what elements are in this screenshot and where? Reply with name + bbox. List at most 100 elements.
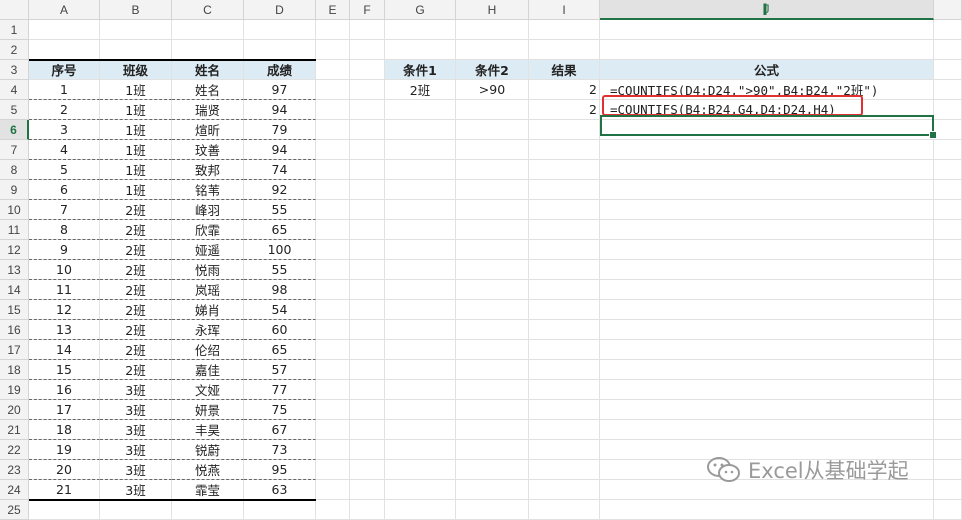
- grid-cell[interactable]: [385, 480, 456, 500]
- criteria-header-2[interactable]: 结果: [529, 60, 600, 80]
- grid-cell[interactable]: [456, 300, 529, 320]
- row-header-20[interactable]: 20: [0, 400, 29, 420]
- grid-cell[interactable]: [529, 140, 600, 160]
- table-header-2[interactable]: 姓名: [172, 60, 244, 80]
- column-header-E[interactable]: E: [316, 0, 350, 20]
- table-cell[interactable]: 20: [29, 460, 100, 480]
- table-cell[interactable]: 15: [29, 360, 100, 380]
- table-cell[interactable]: 75: [244, 400, 316, 420]
- table-cell[interactable]: 92: [244, 180, 316, 200]
- table-header-1[interactable]: 班级: [100, 60, 172, 80]
- grid-cell[interactable]: [456, 160, 529, 180]
- grid-cell[interactable]: [529, 380, 600, 400]
- criteria-header-0[interactable]: 条件1: [385, 60, 456, 80]
- grid-cell[interactable]: [385, 220, 456, 240]
- grid-cell[interactable]: [600, 320, 934, 340]
- row-header-25[interactable]: 25: [0, 500, 29, 520]
- grid-cell[interactable]: [600, 200, 934, 220]
- grid-cell[interactable]: [934, 60, 962, 80]
- table-cell[interactable]: 100: [244, 240, 316, 260]
- grid-cell[interactable]: [350, 380, 385, 400]
- grid-cell[interactable]: [385, 500, 456, 520]
- table-cell[interactable]: 锐蔚: [172, 440, 244, 460]
- grid-cell[interactable]: [385, 120, 456, 140]
- grid-cell[interactable]: [600, 400, 934, 420]
- grid-cell[interactable]: [350, 340, 385, 360]
- grid-cell[interactable]: [600, 20, 934, 40]
- table-cell[interactable]: 1班: [100, 160, 172, 180]
- table-cell[interactable]: 77: [244, 380, 316, 400]
- grid-cell[interactable]: [316, 340, 350, 360]
- row-header-15[interactable]: 15: [0, 300, 29, 320]
- table-cell[interactable]: 娣肖: [172, 300, 244, 320]
- grid-cell[interactable]: [456, 240, 529, 260]
- row-header-13[interactable]: 13: [0, 260, 29, 280]
- table-cell[interactable]: 65: [244, 220, 316, 240]
- grid-cell[interactable]: [529, 320, 600, 340]
- grid-cell[interactable]: [385, 400, 456, 420]
- grid-cell[interactable]: [385, 340, 456, 360]
- grid-cell[interactable]: [934, 280, 962, 300]
- table-cell[interactable]: 2班: [100, 320, 172, 340]
- table-cell[interactable]: 1: [29, 80, 100, 100]
- grid-cell[interactable]: [316, 20, 350, 40]
- grid-cell[interactable]: [456, 20, 529, 40]
- table-cell[interactable]: 18: [29, 420, 100, 440]
- grid-cell[interactable]: [385, 100, 456, 120]
- table-cell[interactable]: 74: [244, 160, 316, 180]
- grid-cell[interactable]: [600, 280, 934, 300]
- column-header-D[interactable]: D: [244, 0, 316, 20]
- table-cell[interactable]: 岚瑶: [172, 280, 244, 300]
- grid-cell[interactable]: [350, 60, 385, 80]
- row-header-3[interactable]: 3: [0, 60, 29, 80]
- grid-cell[interactable]: [934, 180, 962, 200]
- grid-cell[interactable]: [934, 240, 962, 260]
- table-cell[interactable]: 73: [244, 440, 316, 460]
- table-cell[interactable]: 文娅: [172, 380, 244, 400]
- grid-cell[interactable]: [316, 420, 350, 440]
- result1-value[interactable]: 2: [529, 80, 600, 100]
- grid-cell[interactable]: [456, 140, 529, 160]
- grid-cell[interactable]: [100, 40, 172, 60]
- grid-cell[interactable]: [316, 440, 350, 460]
- grid-cell[interactable]: [456, 40, 529, 60]
- table-cell[interactable]: 3班: [100, 380, 172, 400]
- grid-cell[interactable]: [600, 260, 934, 280]
- table-header-3[interactable]: 成绩: [244, 60, 316, 80]
- grid-cell[interactable]: [529, 240, 600, 260]
- grid-cell[interactable]: [316, 360, 350, 380]
- grid-cell[interactable]: [529, 480, 600, 500]
- grid-cell[interactable]: [456, 340, 529, 360]
- grid-cell[interactable]: [934, 120, 962, 140]
- grid-cell[interactable]: [529, 220, 600, 240]
- grid-cell[interactable]: [316, 80, 350, 100]
- grid-cell[interactable]: [350, 40, 385, 60]
- grid-cell[interactable]: [934, 200, 962, 220]
- grid-cell[interactable]: [316, 300, 350, 320]
- grid-cell[interactable]: [350, 260, 385, 280]
- row-header-2[interactable]: 2: [0, 40, 29, 60]
- grid-cell[interactable]: [529, 420, 600, 440]
- grid-cell[interactable]: [350, 80, 385, 100]
- row-header-16[interactable]: 16: [0, 320, 29, 340]
- grid-cell[interactable]: [316, 220, 350, 240]
- row-header-4[interactable]: 4: [0, 80, 29, 100]
- grid-cell[interactable]: [316, 380, 350, 400]
- grid-cell[interactable]: [385, 20, 456, 40]
- grid-cell[interactable]: [316, 280, 350, 300]
- grid-cell[interactable]: [934, 160, 962, 180]
- grid-cell[interactable]: [100, 500, 172, 520]
- row-header-7[interactable]: 7: [0, 140, 29, 160]
- grid-cell[interactable]: [456, 220, 529, 240]
- grid-cell[interactable]: [385, 360, 456, 380]
- grid-cell[interactable]: [456, 500, 529, 520]
- grid-cell[interactable]: [934, 340, 962, 360]
- grid-cell[interactable]: [316, 240, 350, 260]
- grid-cell[interactable]: [316, 500, 350, 520]
- grid-cell[interactable]: [529, 300, 600, 320]
- grid-cell[interactable]: [350, 320, 385, 340]
- table-cell[interactable]: 2班: [100, 220, 172, 240]
- grid-cell[interactable]: [172, 40, 244, 60]
- cond2-value[interactable]: >90: [456, 80, 529, 100]
- grid-cell[interactable]: [385, 440, 456, 460]
